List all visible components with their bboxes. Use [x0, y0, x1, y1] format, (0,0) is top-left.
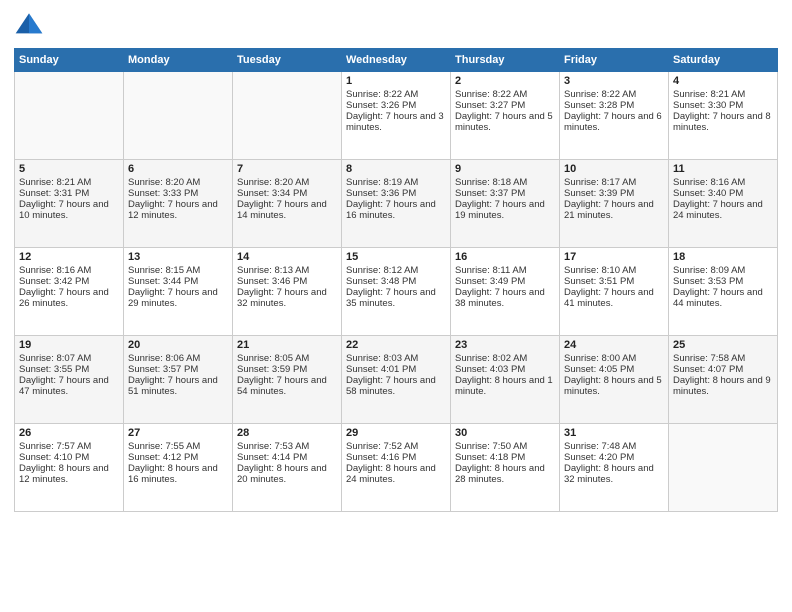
- calendar-cell: 10Sunrise: 8:17 AMSunset: 3:39 PMDayligh…: [560, 160, 669, 248]
- day-number: 10: [564, 163, 664, 175]
- calendar-cell: 21Sunrise: 8:05 AMSunset: 3:59 PMDayligh…: [233, 336, 342, 424]
- day-number: 5: [19, 163, 119, 175]
- weekday-header-tuesday: Tuesday: [233, 49, 342, 72]
- calendar-cell: [124, 72, 233, 160]
- calendar-cell: 6Sunrise: 8:20 AMSunset: 3:33 PMDaylight…: [124, 160, 233, 248]
- weekday-header-wednesday: Wednesday: [342, 49, 451, 72]
- weekday-header-saturday: Saturday: [669, 49, 778, 72]
- calendar-cell: 1Sunrise: 8:22 AMSunset: 3:26 PMDaylight…: [342, 72, 451, 160]
- day-number: 24: [564, 339, 664, 351]
- day-number: 19: [19, 339, 119, 351]
- day-number: 26: [19, 427, 119, 439]
- day-number: 16: [455, 251, 555, 263]
- page: SundayMondayTuesdayWednesdayThursdayFrid…: [0, 0, 792, 612]
- day-number: 30: [455, 427, 555, 439]
- calendar-cell: 8Sunrise: 8:19 AMSunset: 3:36 PMDaylight…: [342, 160, 451, 248]
- calendar-cell: 14Sunrise: 8:13 AMSunset: 3:46 PMDayligh…: [233, 248, 342, 336]
- weekday-header-monday: Monday: [124, 49, 233, 72]
- logo-icon: [14, 10, 44, 40]
- day-number: 27: [128, 427, 228, 439]
- calendar-cell: 17Sunrise: 8:10 AMSunset: 3:51 PMDayligh…: [560, 248, 669, 336]
- calendar-cell: 25Sunrise: 7:58 AMSunset: 4:07 PMDayligh…: [669, 336, 778, 424]
- day-number: 20: [128, 339, 228, 351]
- calendar-cell: 4Sunrise: 8:21 AMSunset: 3:30 PMDaylight…: [669, 72, 778, 160]
- calendar-cell: 9Sunrise: 8:18 AMSunset: 3:37 PMDaylight…: [451, 160, 560, 248]
- day-number: 7: [237, 163, 337, 175]
- calendar-cell: 30Sunrise: 7:50 AMSunset: 4:18 PMDayligh…: [451, 424, 560, 512]
- week-row-4: 19Sunrise: 8:07 AMSunset: 3:55 PMDayligh…: [15, 336, 778, 424]
- day-number: 8: [346, 163, 446, 175]
- weekday-header-thursday: Thursday: [451, 49, 560, 72]
- weekday-header-friday: Friday: [560, 49, 669, 72]
- day-number: 17: [564, 251, 664, 263]
- calendar-cell: [233, 72, 342, 160]
- day-number: 14: [237, 251, 337, 263]
- day-number: 3: [564, 75, 664, 87]
- calendar-cell: 11Sunrise: 8:16 AMSunset: 3:40 PMDayligh…: [669, 160, 778, 248]
- calendar-cell: 7Sunrise: 8:20 AMSunset: 3:34 PMDaylight…: [233, 160, 342, 248]
- day-number: 9: [455, 163, 555, 175]
- header: [14, 10, 778, 40]
- calendar-cell: 16Sunrise: 8:11 AMSunset: 3:49 PMDayligh…: [451, 248, 560, 336]
- week-row-1: 1Sunrise: 8:22 AMSunset: 3:26 PMDaylight…: [15, 72, 778, 160]
- day-number: 31: [564, 427, 664, 439]
- day-number: 13: [128, 251, 228, 263]
- day-number: 25: [673, 339, 773, 351]
- day-number: 28: [237, 427, 337, 439]
- day-number: 22: [346, 339, 446, 351]
- calendar-cell: 28Sunrise: 7:53 AMSunset: 4:14 PMDayligh…: [233, 424, 342, 512]
- calendar-cell: 22Sunrise: 8:03 AMSunset: 4:01 PMDayligh…: [342, 336, 451, 424]
- day-number: 1: [346, 75, 446, 87]
- day-number: 15: [346, 251, 446, 263]
- calendar-cell: 26Sunrise: 7:57 AMSunset: 4:10 PMDayligh…: [15, 424, 124, 512]
- calendar-cell: 12Sunrise: 8:16 AMSunset: 3:42 PMDayligh…: [15, 248, 124, 336]
- day-number: 4: [673, 75, 773, 87]
- calendar-cell: [15, 72, 124, 160]
- calendar-cell: 29Sunrise: 7:52 AMSunset: 4:16 PMDayligh…: [342, 424, 451, 512]
- day-number: 11: [673, 163, 773, 175]
- weekday-header-row: SundayMondayTuesdayWednesdayThursdayFrid…: [15, 49, 778, 72]
- calendar-cell: 19Sunrise: 8:07 AMSunset: 3:55 PMDayligh…: [15, 336, 124, 424]
- weekday-header-sunday: Sunday: [15, 49, 124, 72]
- calendar-cell: 27Sunrise: 7:55 AMSunset: 4:12 PMDayligh…: [124, 424, 233, 512]
- week-row-3: 12Sunrise: 8:16 AMSunset: 3:42 PMDayligh…: [15, 248, 778, 336]
- day-number: 6: [128, 163, 228, 175]
- logo: [14, 10, 48, 40]
- calendar-cell: 24Sunrise: 8:00 AMSunset: 4:05 PMDayligh…: [560, 336, 669, 424]
- week-row-5: 26Sunrise: 7:57 AMSunset: 4:10 PMDayligh…: [15, 424, 778, 512]
- day-number: 23: [455, 339, 555, 351]
- day-number: 12: [19, 251, 119, 263]
- day-number: 29: [346, 427, 446, 439]
- calendar-cell: 20Sunrise: 8:06 AMSunset: 3:57 PMDayligh…: [124, 336, 233, 424]
- calendar-cell: [669, 424, 778, 512]
- calendar-cell: 3Sunrise: 8:22 AMSunset: 3:28 PMDaylight…: [560, 72, 669, 160]
- calendar-cell: 2Sunrise: 8:22 AMSunset: 3:27 PMDaylight…: [451, 72, 560, 160]
- day-number: 2: [455, 75, 555, 87]
- calendar-cell: 23Sunrise: 8:02 AMSunset: 4:03 PMDayligh…: [451, 336, 560, 424]
- calendar-cell: 18Sunrise: 8:09 AMSunset: 3:53 PMDayligh…: [669, 248, 778, 336]
- calendar-cell: 31Sunrise: 7:48 AMSunset: 4:20 PMDayligh…: [560, 424, 669, 512]
- calendar-table: SundayMondayTuesdayWednesdayThursdayFrid…: [14, 48, 778, 512]
- day-number: 18: [673, 251, 773, 263]
- week-row-2: 5Sunrise: 8:21 AMSunset: 3:31 PMDaylight…: [15, 160, 778, 248]
- day-number: 21: [237, 339, 337, 351]
- calendar-cell: 15Sunrise: 8:12 AMSunset: 3:48 PMDayligh…: [342, 248, 451, 336]
- calendar-cell: 13Sunrise: 8:15 AMSunset: 3:44 PMDayligh…: [124, 248, 233, 336]
- calendar-cell: 5Sunrise: 8:21 AMSunset: 3:31 PMDaylight…: [15, 160, 124, 248]
